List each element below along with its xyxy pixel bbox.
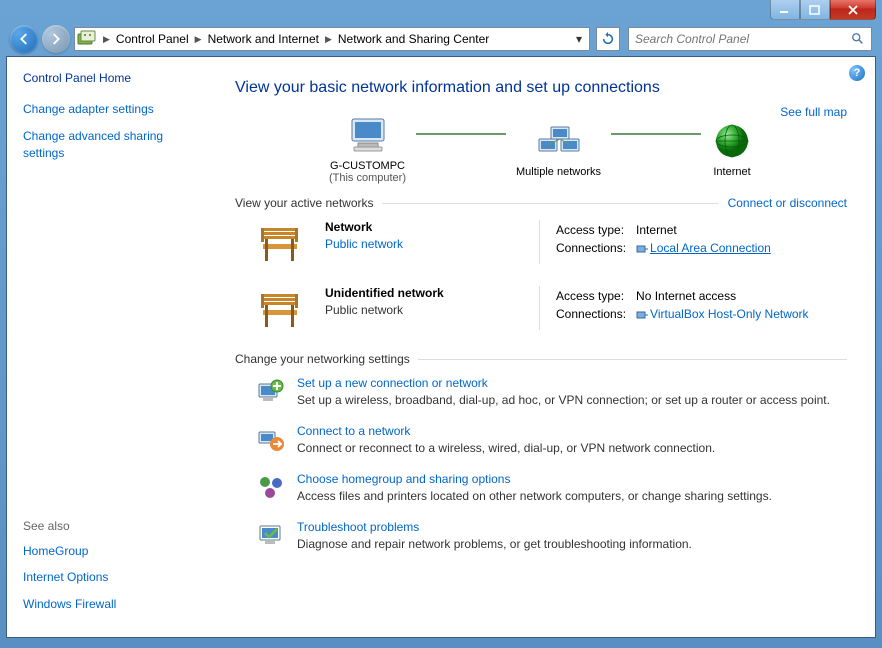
- see-also-internet-options[interactable]: Internet Options: [23, 569, 201, 586]
- map-node-networks: Multiple networks: [516, 121, 601, 178]
- connection-link[interactable]: Local Area Connection: [650, 241, 771, 255]
- map-connection-line: [416, 133, 506, 135]
- access-type-label: Access type:: [556, 288, 634, 304]
- sidebar-link-sharing[interactable]: Change advanced sharing settings: [23, 128, 201, 162]
- new-connection-icon: [255, 376, 287, 408]
- search-icon[interactable]: [851, 32, 865, 46]
- sidebar: Control Panel Home Change adapter settin…: [7, 57, 217, 637]
- map-connection-line: [611, 133, 701, 135]
- help-icon[interactable]: ?: [849, 65, 865, 81]
- setting-title-link[interactable]: Set up a new connection or network: [297, 376, 830, 390]
- homegroup-icon: [255, 472, 287, 504]
- address-bar[interactable]: ▶ Control Panel ▶ Network and Internet ▶…: [74, 27, 590, 51]
- see-also-homegroup[interactable]: HomeGroup: [23, 543, 201, 560]
- map-node-internet: Internet: [711, 121, 753, 178]
- map-computer-label: G-CUSTOMPC: [329, 160, 406, 172]
- network-entry: Unidentified network Public network Acce…: [235, 286, 847, 330]
- control-panel-home-link[interactable]: Control Panel Home: [23, 71, 201, 85]
- breadcrumb-sep-icon: ▶: [323, 34, 334, 45]
- adapter-icon: [636, 309, 648, 321]
- access-type-label: Access type:: [556, 222, 634, 238]
- network-entry: Network Public network Access type:Inter…: [235, 220, 847, 264]
- setting-item: Choose homegroup and sharing options Acc…: [235, 472, 847, 504]
- map-networks-label: Multiple networks: [516, 166, 601, 178]
- connections-label: Connections:: [556, 240, 634, 256]
- breadcrumb-leaf[interactable]: Network and Sharing Center: [334, 32, 493, 46]
- active-networks-header: View your active networks: [235, 196, 374, 210]
- access-type-value: Internet: [636, 222, 779, 238]
- internet-globe-icon: [711, 121, 753, 161]
- connect-network-icon: [255, 424, 287, 456]
- network-name: Unidentified network: [325, 286, 525, 300]
- map-computer-sub: (This computer): [329, 172, 406, 184]
- page-title: View your basic network information and …: [235, 79, 847, 97]
- troubleshoot-icon: [255, 520, 287, 552]
- network-type-link[interactable]: Public network: [325, 237, 525, 251]
- network-map: G-CUSTOMPC (This computer) Multiple netw…: [235, 115, 847, 184]
- map-node-computer: G-CUSTOMPC (This computer): [329, 115, 406, 184]
- settings-header: Change your networking settings: [235, 352, 410, 366]
- breadcrumb-mid[interactable]: Network and Internet: [204, 32, 323, 46]
- setting-item: Troubleshoot problems Diagnose and repai…: [235, 520, 847, 552]
- forward-button[interactable]: [42, 25, 70, 53]
- setting-title-link[interactable]: Connect to a network: [297, 424, 715, 438]
- setting-title-link[interactable]: Troubleshoot problems: [297, 520, 692, 534]
- setting-desc: Set up a wireless, broadband, dial-up, a…: [297, 393, 830, 407]
- setting-item: Connect to a network Connect or reconnec…: [235, 424, 847, 456]
- see-also-header: See also: [23, 519, 201, 533]
- breadcrumb-sep-icon: ▶: [101, 34, 112, 45]
- setting-desc: Connect or reconnect to a wireless, wire…: [297, 441, 715, 455]
- connections-label: Connections:: [556, 306, 634, 322]
- network-type-label: Public network: [325, 303, 525, 317]
- park-bench-icon: [255, 220, 305, 264]
- see-also-firewall[interactable]: Windows Firewall: [23, 596, 201, 613]
- setting-desc: Diagnose and repair network problems, or…: [297, 537, 692, 551]
- network-name: Network: [325, 220, 525, 234]
- sidebar-link-adapter[interactable]: Change adapter settings: [23, 101, 201, 118]
- multiple-networks-icon: [535, 121, 583, 161]
- refresh-button[interactable]: [596, 27, 620, 51]
- control-panel-icon: [77, 30, 97, 48]
- computer-icon: [344, 115, 392, 155]
- close-button[interactable]: [830, 0, 876, 20]
- park-bench-icon: [255, 286, 305, 330]
- search-box[interactable]: [628, 27, 872, 51]
- breadcrumb-sep-icon: ▶: [193, 34, 204, 45]
- setting-item: Set up a new connection or network Set u…: [235, 376, 847, 408]
- breadcrumb-root[interactable]: Control Panel: [112, 32, 193, 46]
- access-type-value: No Internet access: [636, 288, 817, 304]
- back-button[interactable]: [10, 25, 38, 53]
- address-dropdown-icon[interactable]: ▾: [571, 32, 587, 46]
- main-panel: ? View your basic network information an…: [217, 57, 875, 637]
- connect-disconnect-link[interactable]: Connect or disconnect: [728, 196, 847, 210]
- minimize-button[interactable]: [770, 0, 800, 20]
- setting-title-link[interactable]: Choose homegroup and sharing options: [297, 472, 772, 486]
- maximize-button[interactable]: [800, 0, 830, 20]
- search-input[interactable]: [635, 32, 851, 46]
- connection-link[interactable]: VirtualBox Host-Only Network: [650, 307, 809, 321]
- setting-desc: Access files and printers located on oth…: [297, 489, 772, 503]
- map-internet-label: Internet: [711, 166, 753, 178]
- adapter-icon: [636, 243, 648, 255]
